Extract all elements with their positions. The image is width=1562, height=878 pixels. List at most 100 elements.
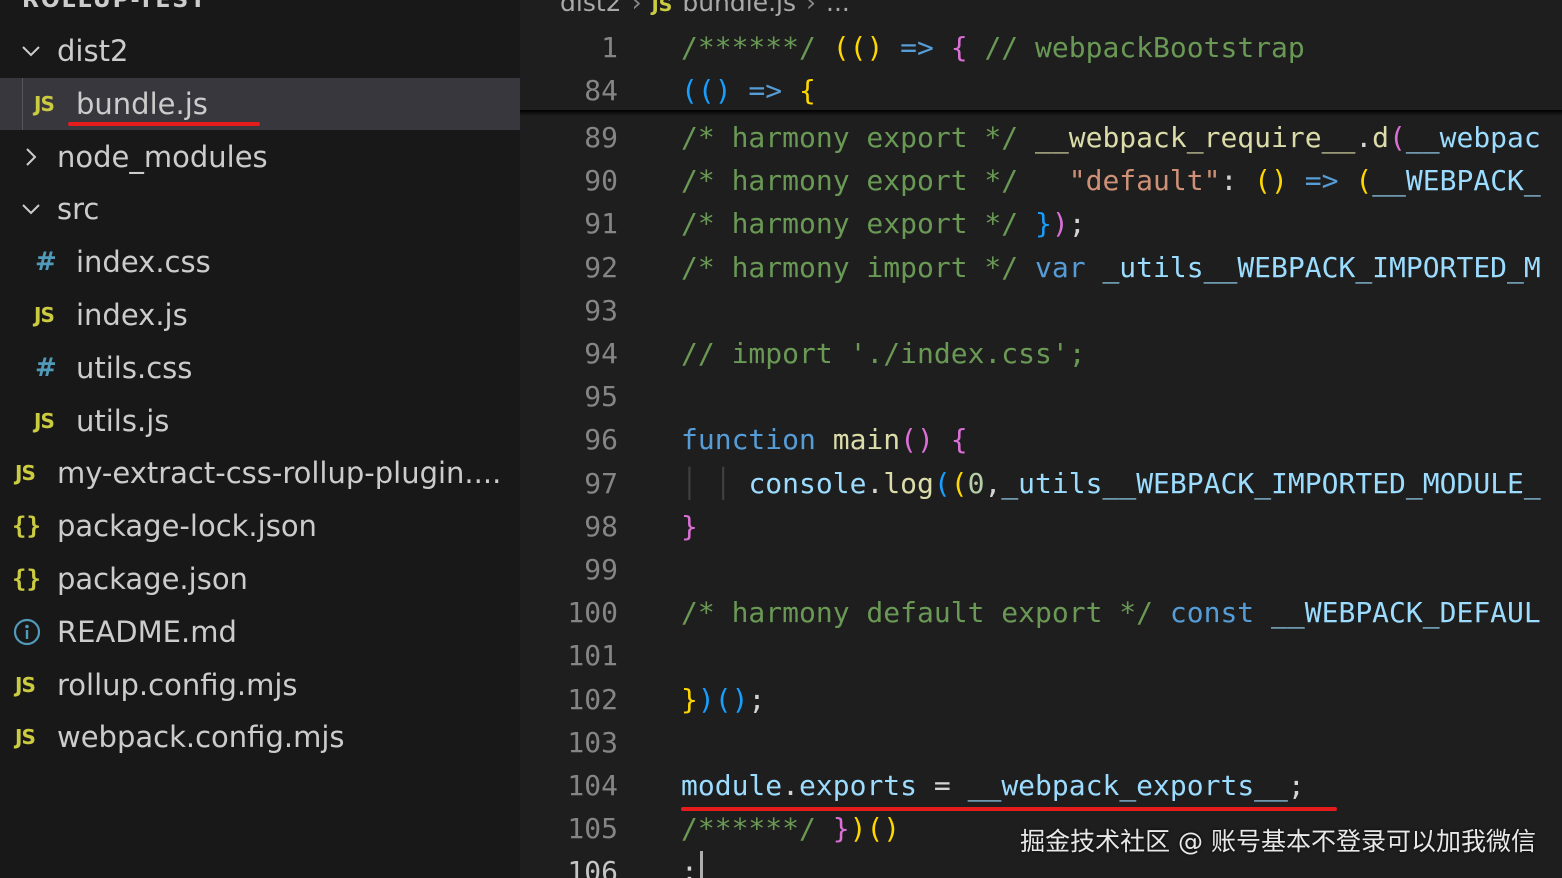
code-line[interactable]: 103 xyxy=(520,721,1562,764)
code-editor[interactable]: dist2 › JS bundle.js ›... 89 /* harmony expor… xyxy=(520,0,1562,878)
chevron-right-icon: › xyxy=(631,0,642,17)
code-line[interactable]: 97 │ │ console.log((0,_utils__WEBPACK_IMP… xyxy=(520,462,1562,505)
code-token: __WEBPACK_DEFAUL xyxy=(1271,596,1541,630)
code-text[interactable]: /******/ })() xyxy=(681,812,900,845)
tree-file-index-css[interactable]: # index.css xyxy=(0,236,520,288)
tree-file-my-extract-css-rollup-plugin[interactable]: JS my-extract-css-rollup-plugin.... xyxy=(0,447,520,499)
code-line[interactable]: 90 /* harmony export */ "default": () => … xyxy=(520,159,1562,202)
tree-item-label: dist2 xyxy=(57,34,129,68)
watermark: 掘金技术社区 @ 账号基本不登录可以加我微信 xyxy=(1020,827,1536,856)
code-token: () xyxy=(1254,164,1288,198)
breadcrumb-file[interactable]: bundle.js xyxy=(682,0,796,17)
sticky-scroll-line[interactable]: 84 (() => { xyxy=(520,69,1562,112)
tree-file-readme-md[interactable]: README.md xyxy=(0,606,520,658)
code-token: => xyxy=(731,74,800,108)
line-number: 105 xyxy=(567,812,618,846)
code-text[interactable]: /* harmony import */ var _utils__WEBPACK… xyxy=(681,251,1541,284)
code-token: __webpac xyxy=(1405,121,1541,154)
breadcrumb-more[interactable]: ... xyxy=(826,0,850,17)
line-number: 100 xyxy=(567,596,618,630)
tree-folder-node-modules[interactable]: node_modules xyxy=(0,131,520,183)
code-line[interactable]: 92 /* harmony import */ var _utils__WEBPA… xyxy=(520,246,1562,289)
code-token: : xyxy=(681,855,698,878)
code-line[interactable]: 93 xyxy=(520,289,1562,332)
javascript-file-icon: JS xyxy=(15,673,36,697)
tree-file-utils-js[interactable]: JS utils.js xyxy=(0,395,520,447)
code-text[interactable]: /* harmony export */ "default": () => (_… xyxy=(681,164,1541,197)
line-number: 94 xyxy=(584,337,618,370)
code-text[interactable]: /* harmony export */ __webpack_require__… xyxy=(681,121,1541,154)
breadcrumb: dist2 › JS bundle.js ›... xyxy=(560,0,850,17)
tree-item-label: index.js xyxy=(76,298,188,332)
code-line[interactable]: 94 // import './index.css'; xyxy=(520,332,1562,375)
code-token: │ │ xyxy=(681,466,749,500)
code-token: /* harmony export */ xyxy=(681,207,1036,241)
tree-file-package-json[interactable]: {} package.json xyxy=(0,553,520,605)
code-line[interactable]: 104 module.exports = __webpack_exports__; xyxy=(520,764,1562,807)
code-token: log xyxy=(883,466,934,500)
tree-folder-src[interactable]: src xyxy=(0,183,520,235)
code-token: (( xyxy=(832,31,867,64)
code-text[interactable]: /* harmony export */ }); xyxy=(681,207,1086,240)
code-token: __webpack_exports__ xyxy=(967,769,1288,802)
code-line[interactable]: 95 xyxy=(520,375,1562,418)
code-token: ) xyxy=(849,812,867,846)
code-text[interactable]: } xyxy=(681,510,698,543)
javascript-file-icon: JS xyxy=(15,461,36,485)
code-line[interactable]: 102})(); xyxy=(520,678,1562,721)
code-line[interactable]: 98} xyxy=(520,505,1562,548)
code-token: => xyxy=(1287,164,1356,198)
tree-file-utils-css[interactable]: # utils.css xyxy=(0,342,520,394)
line-number: 93 xyxy=(584,293,618,327)
tree-item-label: index.css xyxy=(76,245,211,279)
explorer-root-label[interactable]: ROLLUP-TEST xyxy=(22,0,207,13)
code-text[interactable]: : xyxy=(681,855,698,878)
code-line[interactable]: 99 xyxy=(520,548,1562,591)
code-token: . xyxy=(1355,121,1373,154)
code-token: ) xyxy=(1051,207,1069,241)
sticky-scroll-line[interactable]: 1 /******/ (() => { // webpackBootstrap xyxy=(520,26,1562,69)
code-token: /* harmony default export */ xyxy=(681,596,1170,630)
code-text[interactable]: (() => { xyxy=(681,74,816,107)
code-token: { xyxy=(950,423,968,457)
tree-file-package-lock-json[interactable]: {} package-lock.json xyxy=(0,500,520,552)
code-token: , xyxy=(984,466,1002,500)
code-token: : xyxy=(1220,164,1255,198)
explorer-sidebar: ROLLUP-TEST dist2 JS bundle.js node_modu… xyxy=(0,0,520,878)
code-line[interactable]: 91 /* harmony export */ }); xyxy=(520,202,1562,245)
code-text[interactable]: })(); xyxy=(681,683,765,716)
chevron-right-icon xyxy=(20,146,42,168)
code-token: module xyxy=(681,769,783,802)
code-token: { xyxy=(950,31,968,64)
code-token: } xyxy=(681,509,698,543)
tree-item-label: README.md xyxy=(57,615,237,649)
code-text[interactable]: │ │ console.log((0,_utils__WEBPACK_IMPOR… xyxy=(681,467,1541,500)
code-token: /******/ xyxy=(681,812,833,846)
tree-item-label: utils.css xyxy=(76,351,193,385)
code-text[interactable]: function main() { xyxy=(681,423,968,456)
code-token: } xyxy=(832,812,850,846)
line-number: 97 xyxy=(584,466,618,500)
tree-file-webpack-config[interactable]: JS webpack.config.mjs xyxy=(0,711,520,763)
code-line[interactable]: 89 /* harmony export */ __webpack_require… xyxy=(520,116,1562,159)
code-token: () xyxy=(866,812,901,846)
tree-file-index-js[interactable]: JS index.js xyxy=(0,289,520,341)
code-text[interactable]: /* harmony default export */ const __WEB… xyxy=(681,596,1541,629)
code-text[interactable]: /******/ (() => { // webpackBootstrap xyxy=(681,31,1305,64)
code-line[interactable]: 101 xyxy=(520,634,1562,677)
code-token: ; xyxy=(1068,207,1086,241)
code-token: __WEBPACK_ xyxy=(1372,164,1541,198)
tree-file-rollup-config[interactable]: JS rollup.config.mjs xyxy=(0,659,520,711)
line-number: 95 xyxy=(584,380,618,414)
code-token: const xyxy=(1169,596,1272,630)
code-token: ; xyxy=(748,682,766,716)
code-token: function xyxy=(681,423,833,457)
code-line[interactable]: 100 /* harmony default export */ const __… xyxy=(520,591,1562,634)
code-token: /* harmony import */ xyxy=(681,250,1036,284)
code-text[interactable]: module.exports = __webpack_exports__; xyxy=(681,769,1305,802)
tree-folder-dist2[interactable]: dist2 xyxy=(0,25,520,77)
breadcrumb-folder[interactable]: dist2 xyxy=(560,0,622,17)
code-text[interactable]: // import './index.css'; xyxy=(681,337,1086,370)
code-line[interactable]: 96 function main() { xyxy=(520,418,1562,461)
